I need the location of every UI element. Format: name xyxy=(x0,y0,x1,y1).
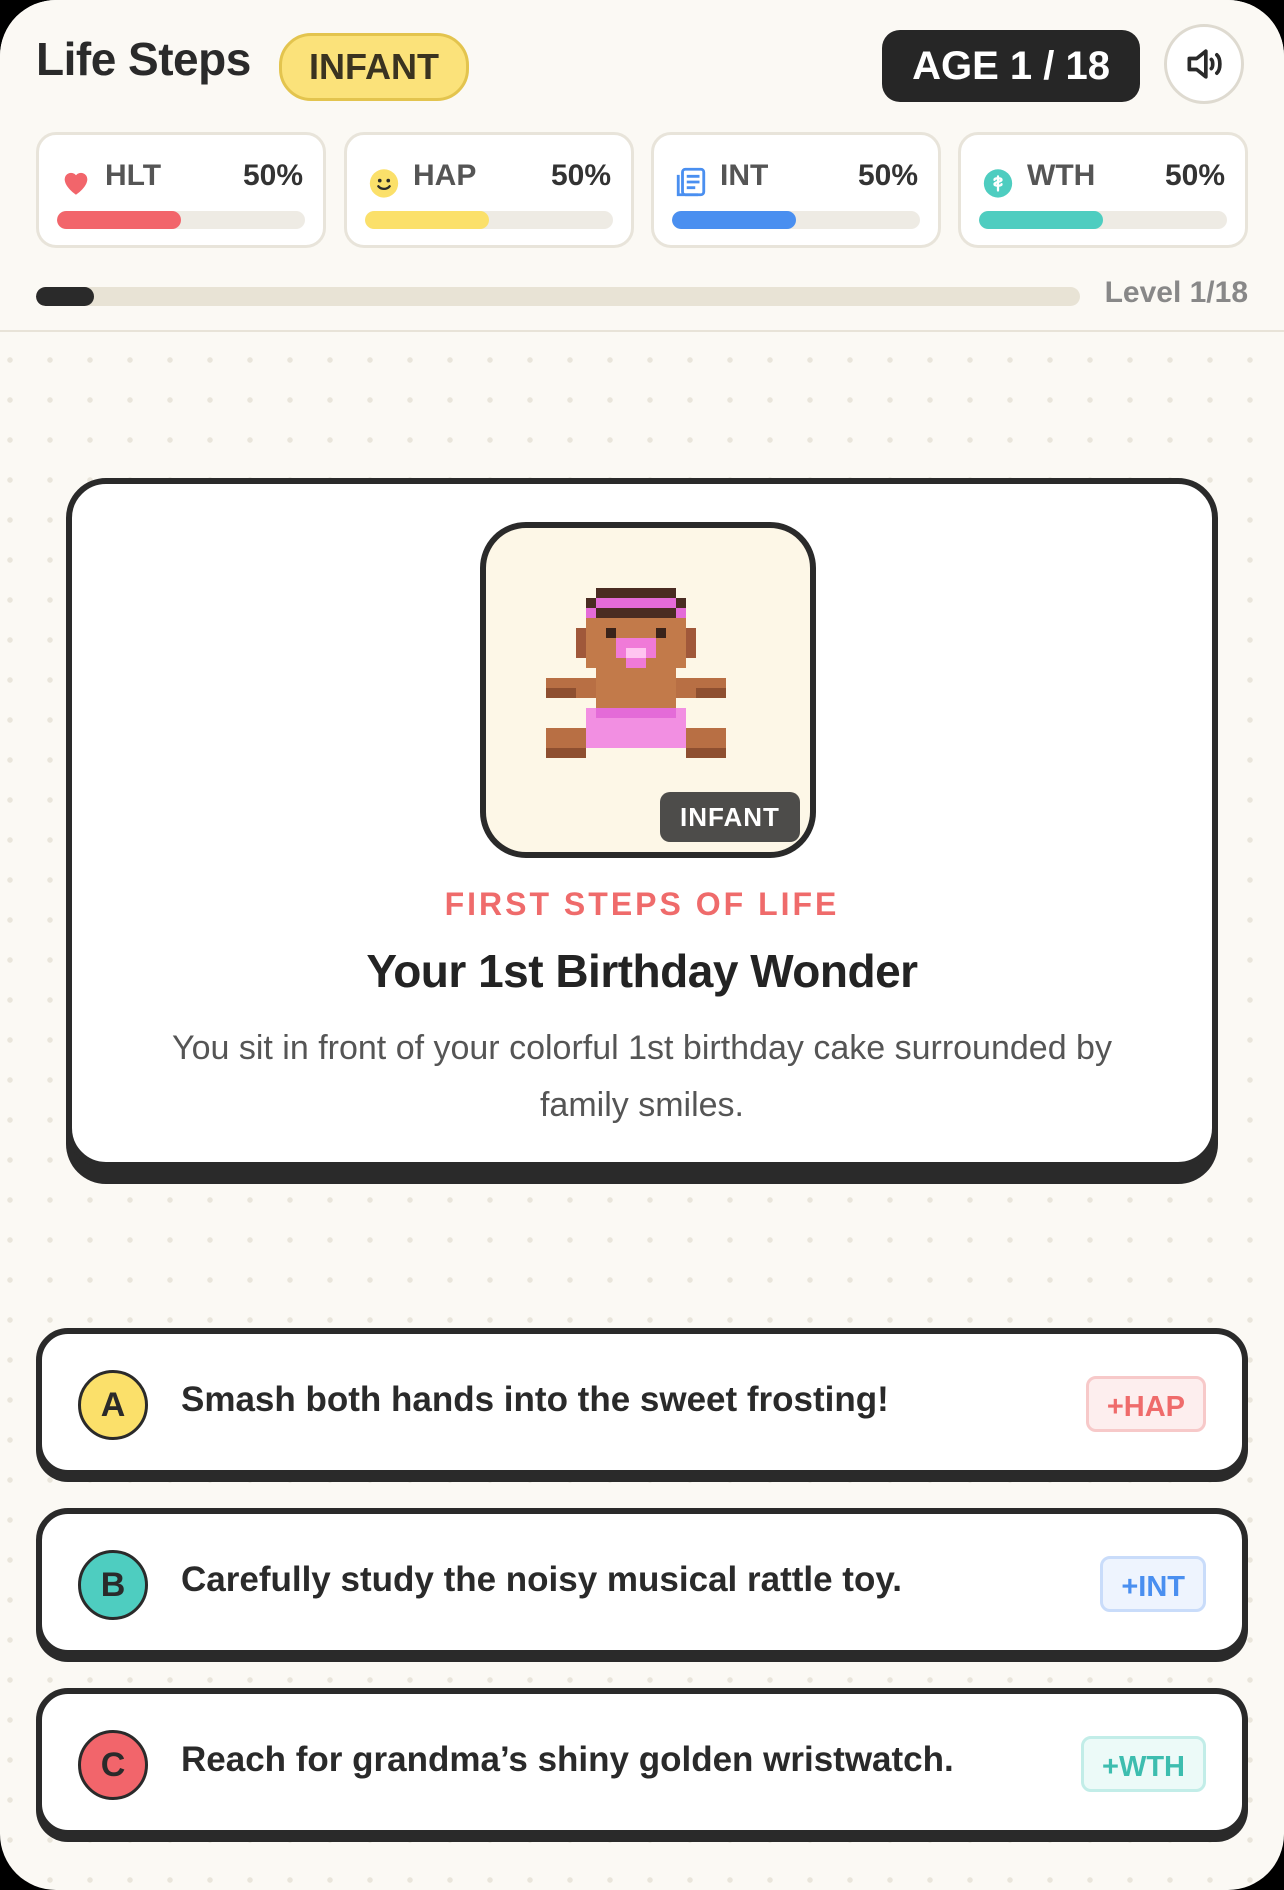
stat-bar-fill xyxy=(672,211,796,229)
choice-text: Reach for grandma’s shiny golden wristwa… xyxy=(181,1740,954,1779)
choice-b-button[interactable]: B Carefully study the noisy musical ratt… xyxy=(36,1508,1248,1656)
stat-card-health: HLT 50% xyxy=(36,132,326,248)
stats-row: HLT 50% HAP 50% INT 50% WTH 50% xyxy=(36,132,1248,248)
sound-toggle-button[interactable] xyxy=(1164,24,1244,104)
character-portrait: INFANT xyxy=(480,522,816,858)
portrait-stage-tag: INFANT xyxy=(660,792,800,842)
stat-label: WTH xyxy=(1027,159,1096,192)
choice-b[interactable]: B Carefully study the noisy musical ratt… xyxy=(36,1508,1248,1662)
scene-card: INFANT FIRST STEPS OF LIFE Your 1st Birt… xyxy=(66,478,1218,1168)
life-stage-badge: INFANT xyxy=(279,33,469,101)
choice-stat-tag: +WTH xyxy=(1081,1736,1206,1792)
stat-bar-fill xyxy=(365,211,489,229)
stat-value: 50% xyxy=(550,159,611,192)
level-progress-fill xyxy=(36,287,95,306)
app-title: Life Steps xyxy=(36,33,251,85)
stat-card-happiness: HAP 50% xyxy=(344,132,634,248)
choice-stat-tag: +INT xyxy=(1100,1556,1206,1612)
stat-value: 50% xyxy=(1164,159,1225,192)
scene-kicker: FIRST STEPS OF LIFE xyxy=(444,886,840,922)
choice-a-button[interactable]: A Smash both hands into the sweet frosti… xyxy=(36,1328,1248,1476)
age-counter: AGE 1 / 18 xyxy=(882,30,1140,102)
book-icon xyxy=(676,167,706,197)
stat-bar xyxy=(672,211,920,229)
stat-label: INT xyxy=(720,159,769,192)
scene-title: Your 1st Birthday Wonder xyxy=(366,945,918,997)
header: Life Steps INFANT AGE 1 / 18 HLT 50% HAP… xyxy=(0,0,1284,332)
heart-icon xyxy=(64,172,88,195)
baby-sprite-icon xyxy=(546,588,726,758)
stat-value: 50% xyxy=(242,159,303,192)
choice-c[interactable]: C Reach for grandma’s shiny golden wrist… xyxy=(36,1688,1248,1842)
stat-bar-fill xyxy=(979,211,1103,229)
stat-label: HLT xyxy=(105,159,162,192)
stat-value: 50% xyxy=(857,159,918,192)
choice-stat-tag: +HAP xyxy=(1085,1376,1206,1432)
choice-letter-badge: B xyxy=(78,1550,148,1620)
level-progress-bar xyxy=(36,287,1080,306)
speaker-icon xyxy=(1187,49,1222,79)
choice-a[interactable]: A Smash both hands into the sweet frosti… xyxy=(36,1328,1248,1482)
choice-text: Smash both hands into the sweet frosting… xyxy=(181,1380,889,1419)
stat-bar-fill xyxy=(57,211,181,229)
level-label: Level 1/18 xyxy=(1104,276,1248,309)
coin-icon xyxy=(983,169,1013,198)
game-screen: Life Steps INFANT AGE 1 / 18 HLT 50% HAP… xyxy=(0,0,1284,1890)
choice-letter-badge: A xyxy=(78,1370,148,1440)
stat-bar xyxy=(57,211,305,229)
smiley-icon xyxy=(369,169,399,198)
choice-text: Carefully study the noisy musical rattle… xyxy=(181,1560,902,1599)
stat-card-wealth: WTH 50% xyxy=(958,132,1248,248)
stat-card-intelligence: INT 50% xyxy=(651,132,941,248)
stat-bar xyxy=(979,211,1227,229)
stat-label: HAP xyxy=(413,159,477,192)
stat-bar xyxy=(365,211,613,229)
choice-c-button[interactable]: C Reach for grandma’s shiny golden wrist… xyxy=(36,1688,1248,1836)
choice-letter-badge: C xyxy=(78,1730,148,1800)
scene-description: You sit in front of your colorful 1st bi… xyxy=(172,1029,1112,1124)
